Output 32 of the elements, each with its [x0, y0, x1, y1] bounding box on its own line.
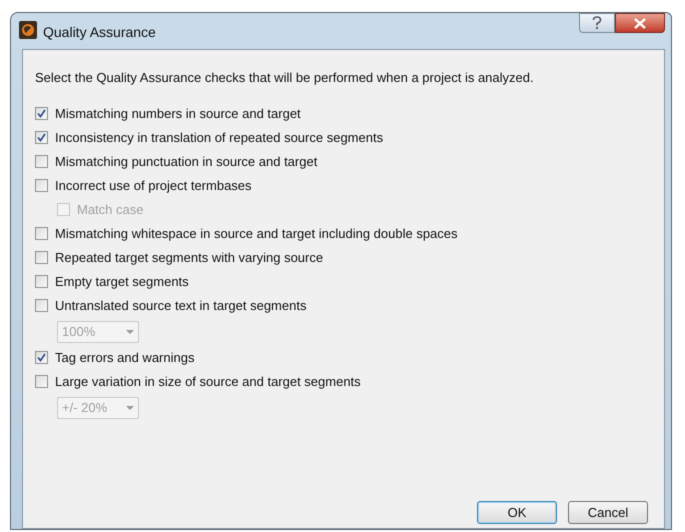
checkbox[interactable]: [35, 351, 48, 364]
checkbox-label: Inconsistency in translation of repeated source segments: [55, 128, 384, 147]
close-button[interactable]: [615, 13, 665, 33]
help-button[interactable]: [579, 13, 615, 33]
checkbox[interactable]: [35, 107, 48, 120]
checkbox-label: Untranslated source text in target segments: [55, 296, 306, 315]
instruction-text: Select the Quality Assurance checks that will be performed when a project is analyzed.: [35, 69, 535, 87]
checkbox[interactable]: [35, 275, 48, 288]
checkbox[interactable]: [35, 131, 48, 144]
checkbox[interactable]: [35, 179, 48, 192]
checkbox-label: Mismatching punctuation in source and target: [55, 152, 318, 171]
checkbox-label: Empty target segments: [55, 272, 189, 291]
checkbox[interactable]: [35, 251, 48, 264]
caret-icon: [126, 406, 134, 410]
checkbox-label: Incorrect use of project termbases: [55, 176, 252, 195]
checkbox-label: Large variation in size of source and target segments: [55, 372, 361, 391]
checkbox-label: Mismatching whitespace in source and target including double spaces: [55, 224, 458, 243]
dialog-button[interactable]: OK: [477, 501, 557, 524]
checkbox[interactable]: [35, 227, 48, 240]
checkbox-label: Mismatching numbers in source and target: [55, 104, 301, 123]
checkbox[interactable]: [35, 375, 48, 388]
dialog-button[interactable]: Cancel: [568, 501, 648, 524]
checkbox[interactable]: [35, 155, 48, 168]
caret-icon: [126, 330, 134, 334]
app-logo-icon: [19, 21, 37, 39]
checkbox-label: Repeated target segments with varying source: [55, 248, 324, 267]
help-icon: [592, 16, 602, 30]
close-icon: [634, 18, 646, 28]
checkbox-label: Tag errors and warnings: [55, 348, 194, 367]
window-title: Quality Assurance: [43, 23, 156, 42]
checkbox[interactable]: [35, 299, 48, 312]
checkbox-label: Match case: [77, 200, 144, 219]
